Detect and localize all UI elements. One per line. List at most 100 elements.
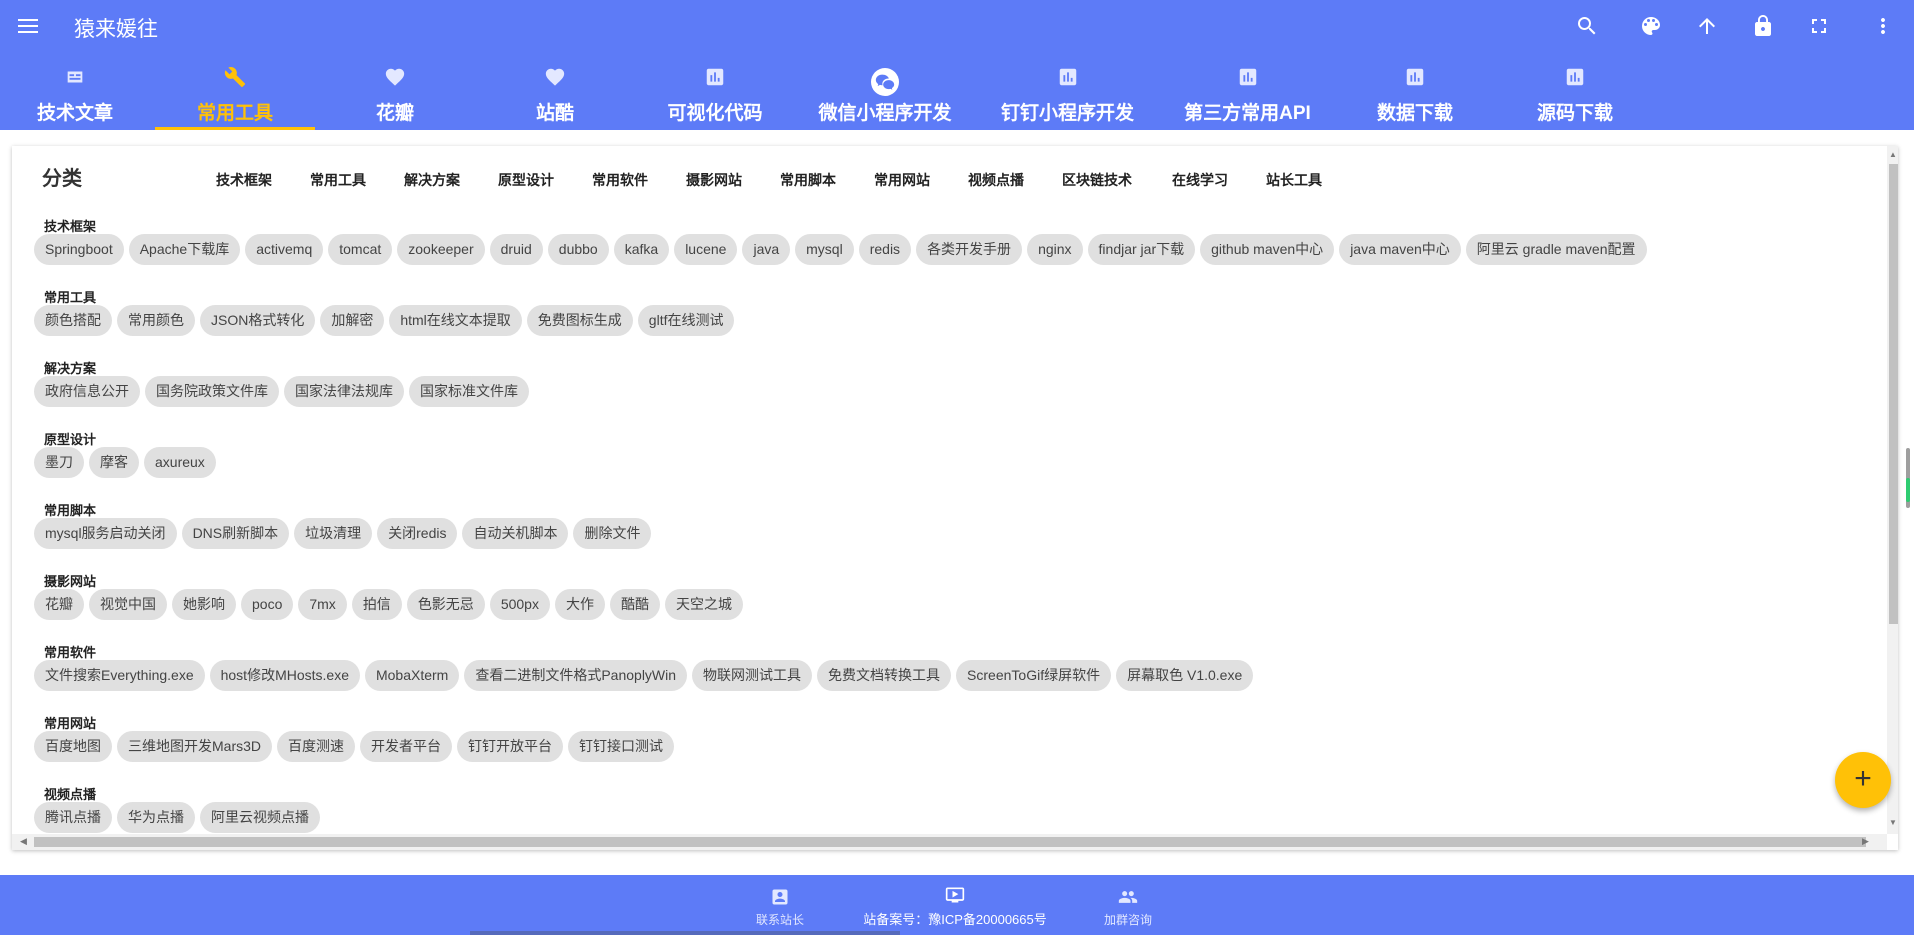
category-link[interactable]: 原型设计 (498, 170, 554, 190)
tool-chip[interactable]: 国家标准文件库 (409, 376, 529, 407)
category-link[interactable]: 站长工具 (1266, 170, 1322, 190)
lock-icon[interactable] (1749, 12, 1777, 40)
tool-chip[interactable]: 腾讯点播 (34, 802, 112, 833)
tool-chip[interactable]: tomcat (328, 234, 393, 265)
tool-chip[interactable]: 拍信 (351, 589, 402, 620)
category-link[interactable]: 常用网站 (874, 170, 930, 190)
tab-dingtalk-miniprogram[interactable]: 钉钉小程序开发 (975, 60, 1160, 130)
tool-chip[interactable]: html在线文本提取 (389, 305, 522, 336)
category-link[interactable]: 常用脚本 (780, 170, 836, 190)
tab-huaban[interactable]: 花瓣 (315, 60, 475, 130)
tool-chip[interactable]: MobaXterm (364, 660, 460, 691)
scroll-left-arrow-icon[interactable]: ◀ (20, 836, 27, 847)
tool-chip[interactable]: java maven中心 (1339, 234, 1461, 265)
tool-chip[interactable]: 大作 (554, 589, 605, 620)
tool-chip[interactable]: java (742, 234, 791, 265)
tool-chip[interactable]: 文件搜索Everything.exe (34, 660, 205, 691)
tool-chip[interactable]: 各类开发手册 (916, 234, 1023, 265)
tool-chip[interactable]: gltf在线测试 (637, 305, 735, 336)
tool-chip[interactable]: activemq (245, 234, 324, 265)
tool-chip[interactable]: findjar jar下载 (1087, 234, 1196, 265)
tool-chip[interactable]: 墨刀 (34, 447, 84, 478)
tool-chip[interactable]: Springboot (34, 234, 124, 265)
scroll-right-arrow-icon[interactable]: ▶ (1862, 836, 1869, 847)
tool-chip[interactable]: 500px (489, 589, 550, 620)
tool-chip[interactable]: 关闭redis (377, 518, 458, 549)
tool-chip[interactable]: 钉钉接口测试 (568, 731, 675, 762)
tool-chip[interactable]: 视觉中国 (89, 589, 167, 620)
scroll-thumb[interactable] (1889, 164, 1898, 624)
tool-chip[interactable]: 百度地图 (34, 731, 112, 762)
tool-chip[interactable]: 阿里云视频点播 (200, 802, 320, 833)
tool-chip[interactable]: 屏幕取色 V1.0.exe (1116, 660, 1254, 691)
scroll-thumb[interactable] (34, 837, 1866, 847)
tab-source-download[interactable]: 源码下载 (1495, 60, 1655, 130)
tool-chip[interactable]: 华为点播 (117, 802, 195, 833)
icp-record[interactable]: 站备案号：豫ICP备20000665号 (858, 885, 1052, 928)
tool-chip[interactable]: 删除文件 (573, 518, 652, 549)
tool-chip[interactable]: 阿里云 gradle maven配置 (1465, 234, 1647, 265)
tool-chip[interactable]: 加解密 (320, 305, 385, 336)
page-scroll-marker[interactable] (1906, 448, 1910, 508)
tab-zcool[interactable]: 站酷 (475, 60, 635, 130)
tool-chip[interactable]: host修改MHosts.exe (209, 660, 360, 691)
tab-visual-code[interactable]: 可视化代码 (635, 60, 795, 130)
tool-chip[interactable]: ScreenToGif绿屏软件 (956, 660, 1112, 691)
tool-chip[interactable]: 钉钉开放平台 (457, 731, 564, 762)
category-link[interactable]: 区块链技术 (1062, 170, 1132, 190)
tool-chip[interactable]: mysql服务启动关闭 (34, 518, 177, 549)
tab-wechat-miniprogram[interactable]: 微信小程序开发 (795, 60, 975, 130)
tool-chip[interactable]: axureux (144, 447, 216, 478)
tool-chip[interactable]: DNS刷新脚本 (181, 518, 290, 549)
tool-chip[interactable]: redis (858, 234, 912, 265)
tool-chip[interactable]: 政府信息公开 (34, 376, 140, 407)
search-icon[interactable] (1573, 12, 1601, 40)
category-link[interactable]: 视频点播 (968, 170, 1024, 190)
tool-chip[interactable]: 开发者平台 (360, 731, 453, 762)
tool-chip[interactable]: 国务院政策文件库 (145, 376, 279, 407)
arrow-up-icon[interactable] (1693, 12, 1721, 40)
tool-chip[interactable]: 色影无忌 (406, 589, 485, 620)
tool-chip[interactable]: JSON格式转化 (200, 305, 316, 336)
category-link[interactable]: 在线学习 (1172, 170, 1228, 190)
category-link[interactable]: 常用软件 (592, 170, 648, 190)
tool-chip[interactable]: lucene (674, 234, 738, 265)
tool-chip[interactable]: zookeeper (397, 234, 485, 265)
menu-icon[interactable] (14, 12, 42, 40)
category-link[interactable]: 解决方案 (404, 170, 460, 190)
tool-chip[interactable]: 花瓣 (34, 589, 84, 620)
tab-tech-articles[interactable]: 技术文章 (0, 60, 150, 130)
tool-chip[interactable]: 她影响 (172, 589, 236, 620)
tool-chip[interactable]: github maven中心 (1200, 234, 1335, 265)
tab-data-download[interactable]: 数据下载 (1335, 60, 1495, 130)
tool-chip[interactable]: 自动关机脚本 (462, 518, 569, 549)
category-link[interactable]: 摄影网站 (686, 170, 742, 190)
tool-chip[interactable]: nginx (1027, 234, 1083, 265)
tool-chip[interactable]: 颜色搭配 (34, 305, 112, 336)
tool-chip[interactable]: 免费图标生成 (526, 305, 633, 336)
join-group-button[interactable]: 加群咨询 (1104, 887, 1152, 928)
horizontal-scrollbar[interactable]: ◀ ▶ (12, 834, 1887, 850)
tool-chip[interactable]: 垃圾清理 (294, 518, 373, 549)
tool-chip[interactable]: 常用颜色 (117, 305, 195, 336)
category-link[interactable]: 常用工具 (310, 170, 366, 190)
scroll-down-arrow-icon[interactable]: ▼ (1889, 818, 1897, 827)
tool-chip[interactable]: poco (241, 589, 294, 620)
more-vert-icon[interactable] (1869, 12, 1897, 40)
tool-chip[interactable]: 7mx (298, 589, 347, 620)
tool-chip[interactable]: 查看二进制文件格式PanoplyWin (464, 660, 688, 691)
tab-third-party-api[interactable]: 第三方常用API (1160, 60, 1335, 130)
tool-chip[interactable]: 百度测速 (277, 731, 356, 762)
tool-chip[interactable]: dubbo (547, 234, 609, 265)
fullscreen-icon[interactable] (1805, 12, 1833, 40)
tool-chip[interactable]: 摩客 (89, 447, 139, 478)
vertical-scrollbar[interactable]: ▲ ▼ (1887, 146, 1898, 834)
tool-chip[interactable]: druid (489, 234, 543, 265)
tool-chip[interactable]: kafka (613, 234, 670, 265)
tool-chip[interactable]: 天空之城 (664, 589, 743, 620)
tool-chip[interactable]: mysql (795, 234, 854, 265)
tool-chip[interactable]: 国家法律法规库 (284, 376, 404, 407)
tab-common-tools[interactable]: 常用工具 (155, 60, 315, 130)
palette-icon[interactable] (1637, 12, 1665, 40)
add-fab-button[interactable]: + (1835, 752, 1891, 808)
